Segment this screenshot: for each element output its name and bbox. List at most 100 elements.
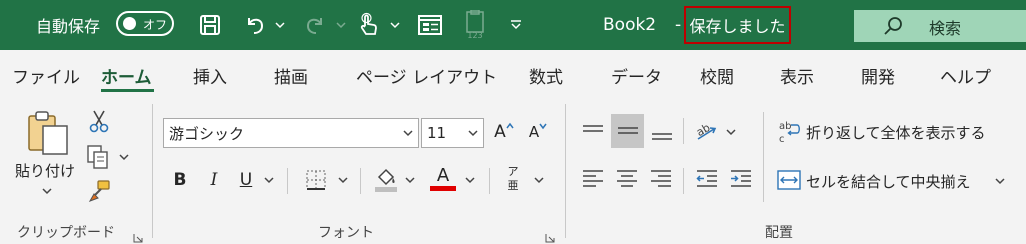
autosave-toggle[interactable]: オフ xyxy=(116,11,174,36)
title-separator: - xyxy=(675,15,682,35)
orientation-icon[interactable]: ab xyxy=(692,116,722,146)
save-icon[interactable] xyxy=(195,10,225,40)
decrease-indent-icon[interactable] xyxy=(692,164,722,194)
tab-developer[interactable]: 開発 xyxy=(861,63,895,88)
align-top-icon[interactable] xyxy=(578,116,608,148)
clipboard-launcher-icon[interactable] xyxy=(133,228,143,243)
tab-formulas[interactable]: 数式 xyxy=(529,63,563,88)
active-tab-indicator xyxy=(101,89,154,92)
align-center-icon[interactable] xyxy=(612,164,642,194)
tab-page-layout[interactable]: ページ レイアウト xyxy=(356,63,497,88)
shrink-font-letter: A xyxy=(528,123,540,141)
redo-dropdown-icon[interactable] xyxy=(335,10,347,40)
tab-home[interactable]: ホーム xyxy=(101,63,152,88)
font-name-value: 游ゴシック xyxy=(169,124,245,143)
document-title: Book2 xyxy=(603,15,657,35)
touch-mode-dropdown-icon[interactable] xyxy=(389,10,401,40)
autosave-label: 自動保存 xyxy=(36,17,101,36)
merge-center-dropdown-icon[interactable] xyxy=(993,174,1007,188)
undo-dropdown-icon[interactable] xyxy=(274,10,286,40)
fill-color-icon[interactable] xyxy=(372,164,400,194)
tab-data[interactable]: データ xyxy=(611,63,662,88)
borders-icon[interactable] xyxy=(302,166,330,194)
font-color-bar xyxy=(430,185,456,191)
font-size-value: 11 xyxy=(427,124,447,142)
chevron-down-icon xyxy=(402,125,414,137)
svg-text:c: c xyxy=(779,134,785,145)
align-right-icon[interactable] xyxy=(646,164,676,194)
fill-color-dropdown-icon[interactable] xyxy=(403,173,417,187)
save-status[interactable]: 保存しました xyxy=(684,6,791,44)
paste-icon[interactable] xyxy=(22,110,74,156)
phonetic-dropdown-icon[interactable] xyxy=(532,173,546,187)
font-group-label: フォント xyxy=(318,225,374,241)
form-number-text: 123 xyxy=(467,31,482,40)
caret-up-icon xyxy=(506,122,514,129)
alignment-group-label: 配置 xyxy=(765,225,793,241)
divider xyxy=(683,168,684,194)
phonetic-top: ア xyxy=(507,165,519,178)
wrap-text-label[interactable]: 折り返して全体を表示する xyxy=(806,122,986,143)
tab-insert[interactable]: 挿入 xyxy=(193,63,227,88)
bold-button[interactable]: B xyxy=(168,166,192,194)
caret-down-icon xyxy=(539,123,547,130)
copy-icon[interactable] xyxy=(84,143,112,171)
copy-dropdown-icon[interactable] xyxy=(117,150,131,164)
search-icon xyxy=(882,15,904,37)
font-size-select[interactable]: 11 xyxy=(421,118,484,148)
ribbon: 貼り付け クリップボード 游ゴシック 11 A A B I U A ア 亜 フォ… xyxy=(0,98,1026,244)
increase-font-size-button[interactable]: A xyxy=(491,118,517,146)
format-painter-icon[interactable] xyxy=(86,178,114,204)
divider xyxy=(763,112,764,202)
borders-dropdown-icon[interactable] xyxy=(336,173,350,187)
tab-file[interactable]: ファイル xyxy=(12,63,80,88)
autosave-state: オフ xyxy=(143,18,168,32)
group-divider xyxy=(152,104,153,238)
font-launcher-icon[interactable] xyxy=(545,228,555,243)
decrease-font-size-button[interactable]: A xyxy=(525,118,551,146)
font-name-select[interactable]: 游ゴシック xyxy=(163,118,419,148)
divider xyxy=(489,168,490,194)
title-bar: 自動保存 オフ 123 Book2 - 保存しました 検索 xyxy=(0,0,1026,50)
font-color-letter: A xyxy=(436,164,450,186)
redo-icon[interactable] xyxy=(300,10,330,40)
phonetic-bottom: 亜 xyxy=(507,179,519,192)
increase-indent-icon[interactable] xyxy=(726,164,756,194)
tab-view[interactable]: 表示 xyxy=(780,63,814,88)
paste-label[interactable]: 貼り付け xyxy=(15,160,75,181)
orientation-dropdown-icon[interactable] xyxy=(724,125,738,139)
align-middle-icon[interactable] xyxy=(611,114,644,148)
svg-text:ab: ab xyxy=(779,121,791,132)
align-left-icon[interactable] xyxy=(578,164,608,194)
divider xyxy=(360,168,361,194)
touch-mode-icon[interactable] xyxy=(353,10,383,40)
divider xyxy=(683,118,684,144)
merge-center-label[interactable]: セルを結合して中央揃え xyxy=(806,171,971,192)
phonetic-guide-button[interactable]: ア 亜 xyxy=(500,162,526,196)
tab-draw[interactable]: 描画 xyxy=(274,63,308,88)
wrap-text-icon[interactable]: ab c xyxy=(776,118,802,146)
font-color-dropdown-icon[interactable] xyxy=(463,173,477,187)
undo-icon[interactable] xyxy=(240,10,270,40)
paste-dropdown-icon[interactable] xyxy=(40,184,54,198)
customize-toolbar-icon[interactable] xyxy=(510,10,522,40)
italic-button[interactable]: I xyxy=(202,166,226,194)
underline-button[interactable]: U xyxy=(234,166,258,194)
align-bottom-icon[interactable] xyxy=(647,116,677,148)
chevron-down-icon xyxy=(467,125,479,137)
group-divider xyxy=(565,104,566,238)
form-icon[interactable] xyxy=(415,10,445,40)
form-number-icon[interactable]: 123 xyxy=(460,10,490,40)
tab-review[interactable]: 校閲 xyxy=(700,63,734,88)
cut-icon[interactable] xyxy=(86,108,112,134)
clipboard-group-label: クリップボード xyxy=(17,225,115,241)
font-color-button[interactable]: A xyxy=(428,162,458,194)
search-label: 検索 xyxy=(929,19,962,38)
divider xyxy=(287,168,288,194)
toggle-knob xyxy=(123,17,136,30)
underline-dropdown-icon[interactable] xyxy=(262,173,276,187)
tab-help[interactable]: ヘルプ xyxy=(940,63,991,88)
search-box[interactable]: 検索 xyxy=(854,10,1026,42)
grow-font-letter: A xyxy=(494,122,506,142)
merge-center-icon[interactable] xyxy=(776,166,802,194)
